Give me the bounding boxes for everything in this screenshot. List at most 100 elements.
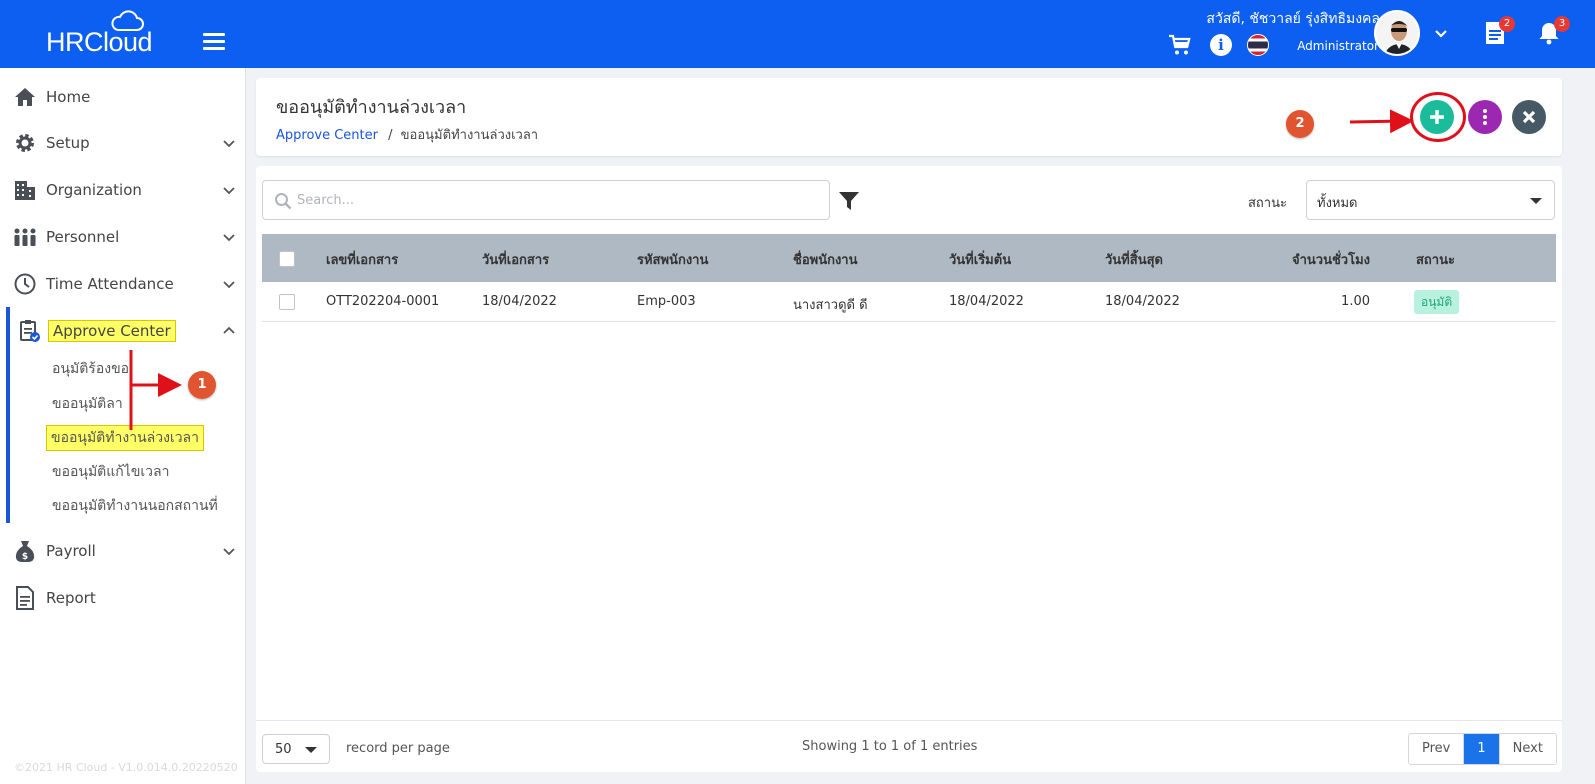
- user-greeting: สวัสดี, ชัชวาลย์ รุ่งสิทธิมงคล: [1206, 11, 1380, 27]
- sidebar-item-setup[interactable]: Setup: [0, 123, 246, 163]
- sidebar-item-approve-center[interactable]: Approve Center: [0, 311, 246, 351]
- chevron-up-icon: [223, 326, 235, 334]
- sidebar-item-payroll[interactable]: $ Payroll: [0, 531, 246, 571]
- version-footer: ©2021 HR Cloud - V1.0.014.0.20220520: [14, 761, 238, 774]
- submenu-item-overtime-request[interactable]: ขออนุมัติทำงานล่วงเวลา: [46, 425, 204, 451]
- row-checkbox[interactable]: [279, 294, 295, 310]
- avatar[interactable]: [1374, 10, 1420, 56]
- status-filter-value: ทั้งหมด: [1317, 196, 1358, 211]
- sidebar-item-label: Setup: [46, 134, 90, 152]
- page-button-current[interactable]: 1: [1464, 734, 1499, 764]
- app-logo-text: HRCloud: [46, 27, 153, 57]
- breadcrumb-current: ขออนุมัติทำงานล่วงเวลา: [400, 128, 539, 143]
- document-icon[interactable]: 2: [1483, 16, 1515, 46]
- bell-icon[interactable]: 3: [1536, 16, 1570, 46]
- search-box: [262, 180, 830, 220]
- column-header[interactable]: วันที่สิ้นสุด: [1105, 249, 1163, 270]
- step-2-badge: 2: [1286, 110, 1314, 138]
- filter-icon[interactable]: [838, 190, 860, 212]
- column-header[interactable]: วันที่เริ่มต้น: [949, 249, 1011, 270]
- people-icon: [13, 225, 37, 249]
- per-page-label: record per page: [346, 741, 450, 756]
- cell-emp-name: นางสาวดูดี ดี: [793, 298, 868, 313]
- close-icon: [1522, 110, 1536, 124]
- status-badge: อนุมัติ: [1414, 290, 1460, 314]
- prev-page-button[interactable]: Prev: [1409, 734, 1465, 764]
- chevron-down-icon: [223, 548, 235, 556]
- column-header[interactable]: เลขที่เอกสาร: [326, 249, 398, 270]
- cell-hours: 1.00: [1341, 294, 1370, 309]
- chevron-down-icon[interactable]: [1431, 23, 1451, 43]
- home-icon: [13, 85, 37, 109]
- cell-emp-code: Emp-003: [637, 294, 696, 309]
- clock-icon: [13, 272, 37, 296]
- plus-icon: [1430, 110, 1444, 124]
- status-filter-label: สถานะ: [1248, 196, 1287, 211]
- more-vertical-icon: [1483, 109, 1487, 125]
- sidebar-item-label: Report: [46, 589, 96, 607]
- cell-doc-date: 18/04/2022: [482, 294, 557, 309]
- submenu-item-offsite-work-request[interactable]: ขออนุมัติทำงานนอกสถานที่: [52, 495, 218, 517]
- search-icon: [275, 193, 292, 210]
- column-header[interactable]: วันที่เอกสาร: [482, 249, 549, 270]
- table-header: เลขที่เอกสาร วันที่เอกสาร รหัสพนักงาน ชื…: [262, 234, 1556, 282]
- column-header[interactable]: รหัสพนักงาน: [637, 249, 708, 270]
- caret-down-icon: [305, 747, 317, 753]
- breadcrumb: Approve Center / ขออนุมัติทำงานล่วงเวลา: [276, 124, 538, 145]
- cell-doc-no: OTT202204-0001: [326, 294, 440, 309]
- breadcrumb-separator: /: [388, 128, 393, 143]
- thai-flag-icon[interactable]: [1247, 34, 1269, 56]
- money-bag-icon: $: [13, 539, 37, 563]
- more-options-button[interactable]: [1468, 100, 1502, 134]
- per-page-value: 50: [275, 742, 292, 757]
- gear-icon: [13, 131, 37, 155]
- cell-start-date: 18/04/2022: [949, 294, 1024, 309]
- submenu-item-leave-request[interactable]: ขออนุมัติลา: [52, 393, 123, 415]
- sidebar-item-organization[interactable]: Organization: [0, 170, 246, 210]
- chevron-down-icon: [223, 281, 235, 289]
- sidebar-item-label: Approve Center: [48, 320, 176, 342]
- add-button[interactable]: [1420, 100, 1454, 134]
- column-header[interactable]: สถานะ: [1416, 249, 1455, 270]
- cart-icon[interactable]: [1168, 33, 1192, 57]
- table-footer: 50 record per page Showing 1 to 1 of 1 e…: [256, 720, 1562, 772]
- user-role: Administrator: [1297, 39, 1379, 53]
- column-header[interactable]: จำนวนชั่วโมง: [1292, 249, 1370, 270]
- sidebar-item-label: Home: [46, 88, 91, 106]
- overtime-table: เลขที่เอกสาร วันที่เอกสาร รหัสพนักงาน ชื…: [262, 234, 1556, 322]
- sidebar-item-time-attendance[interactable]: Time Attendance: [0, 264, 246, 304]
- menu-icon[interactable]: [203, 33, 225, 51]
- chevron-down-icon: [223, 140, 235, 148]
- breadcrumb-link-approve-center[interactable]: Approve Center: [276, 128, 378, 143]
- content-card: สถานะ ทั้งหมด เลขที่เอกสาร วันที่เอกสาร …: [256, 166, 1562, 772]
- select-all-checkbox[interactable]: [279, 251, 295, 267]
- per-page-select[interactable]: 50: [262, 734, 330, 764]
- info-icon[interactable]: i: [1210, 34, 1232, 56]
- app-logo[interactable]: HRCloud: [46, 10, 166, 60]
- entries-summary: Showing 1 to 1 of 1 entries: [802, 739, 978, 754]
- search-input[interactable]: [297, 189, 817, 211]
- table-row[interactable]: OTT202204-0001 18/04/2022 Emp-003 นางสาว…: [262, 282, 1556, 322]
- sidebar-item-personnel[interactable]: Personnel: [0, 217, 246, 257]
- svg-text:$: $: [22, 552, 28, 562]
- next-page-button[interactable]: Next: [1498, 734, 1556, 764]
- sidebar-item-home[interactable]: Home: [0, 77, 246, 117]
- pagination: Prev 1 Next: [1408, 733, 1557, 765]
- column-header[interactable]: ชื่อพนักงาน: [793, 249, 858, 270]
- sidebar-item-label: Personnel: [46, 228, 120, 246]
- chevron-down-icon: [223, 187, 235, 195]
- step-1-badge: 1: [188, 371, 216, 399]
- close-button[interactable]: [1512, 100, 1546, 134]
- documents-badge: 2: [1499, 16, 1515, 32]
- clipboard-check-icon: [18, 319, 42, 343]
- submenu-item-time-correction-request[interactable]: ขออนุมัติแก้ไขเวลา: [52, 461, 169, 483]
- building-icon: [13, 178, 37, 202]
- submenu-item-approve-requests[interactable]: อนุมัติร้องขอ: [52, 358, 129, 380]
- sidebar-item-report[interactable]: Report: [0, 578, 246, 618]
- report-icon: [13, 586, 37, 610]
- status-filter-select[interactable]: ทั้งหมด: [1306, 180, 1555, 220]
- page-title: ขออนุมัติทำงานล่วงเวลา: [276, 97, 467, 118]
- notifications-badge: 3: [1554, 16, 1570, 32]
- page-header: ขออนุมัติทำงานล่วงเวลา Approve Center / …: [256, 78, 1562, 156]
- sidebar-item-label: Organization: [46, 181, 142, 199]
